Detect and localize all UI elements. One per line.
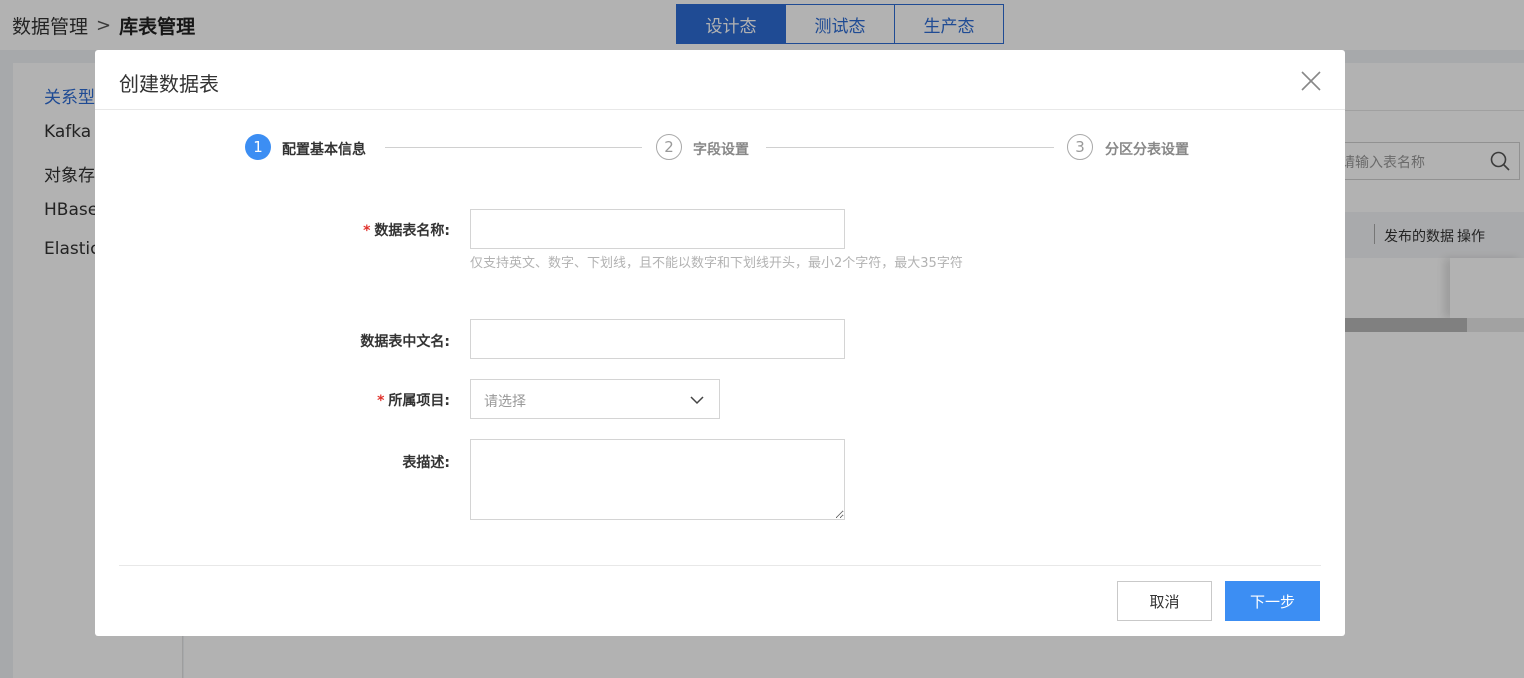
desc-label: 表描述: xyxy=(402,455,450,471)
footer-divider xyxy=(119,565,1321,566)
step-2-circle: 2 xyxy=(656,134,682,160)
project-select-placeholder: 请选择 xyxy=(484,394,526,410)
project-label: * 所属项目: xyxy=(377,393,450,409)
step-connector xyxy=(385,147,642,148)
chevron-down-icon xyxy=(690,396,704,405)
project-select[interactable]: 请选择 xyxy=(470,379,720,419)
modal-header: 创建数据表 xyxy=(95,50,1345,110)
step-1-label: 配置基本信息 xyxy=(282,142,366,158)
close-icon[interactable] xyxy=(1299,69,1323,93)
step-1-circle: 1 xyxy=(245,134,271,160)
table-name-label: * 数据表名称: xyxy=(363,223,450,239)
desc-textarea[interactable] xyxy=(470,439,845,520)
table-name-input[interactable] xyxy=(470,209,845,249)
required-mark: * xyxy=(363,223,371,239)
cn-name-input[interactable] xyxy=(470,319,845,359)
table-name-hint: 仅支持英文、数字、下划线，且不能以数字和下划线开头，最小2个字符，最大35字符 xyxy=(470,256,963,271)
steps-indicator: 1 配置基本信息 2 字段设置 3 分区分表设置 xyxy=(95,110,1345,185)
step-2-label: 字段设置 xyxy=(693,142,749,158)
create-table-modal: 创建数据表 1 配置基本信息 2 字段设置 3 分区分表设置 * 数据表名称: 仅… xyxy=(95,50,1345,636)
step-connector xyxy=(766,147,1054,148)
cancel-button[interactable]: 取消 xyxy=(1117,581,1212,621)
required-mark: * xyxy=(377,393,385,409)
step-3-label: 分区分表设置 xyxy=(1105,142,1189,158)
cn-name-label: 数据表中文名: xyxy=(360,334,450,350)
modal-title: 创建数据表 xyxy=(119,72,219,96)
step-3-circle: 3 xyxy=(1067,134,1093,160)
next-step-button[interactable]: 下一步 xyxy=(1225,581,1320,621)
